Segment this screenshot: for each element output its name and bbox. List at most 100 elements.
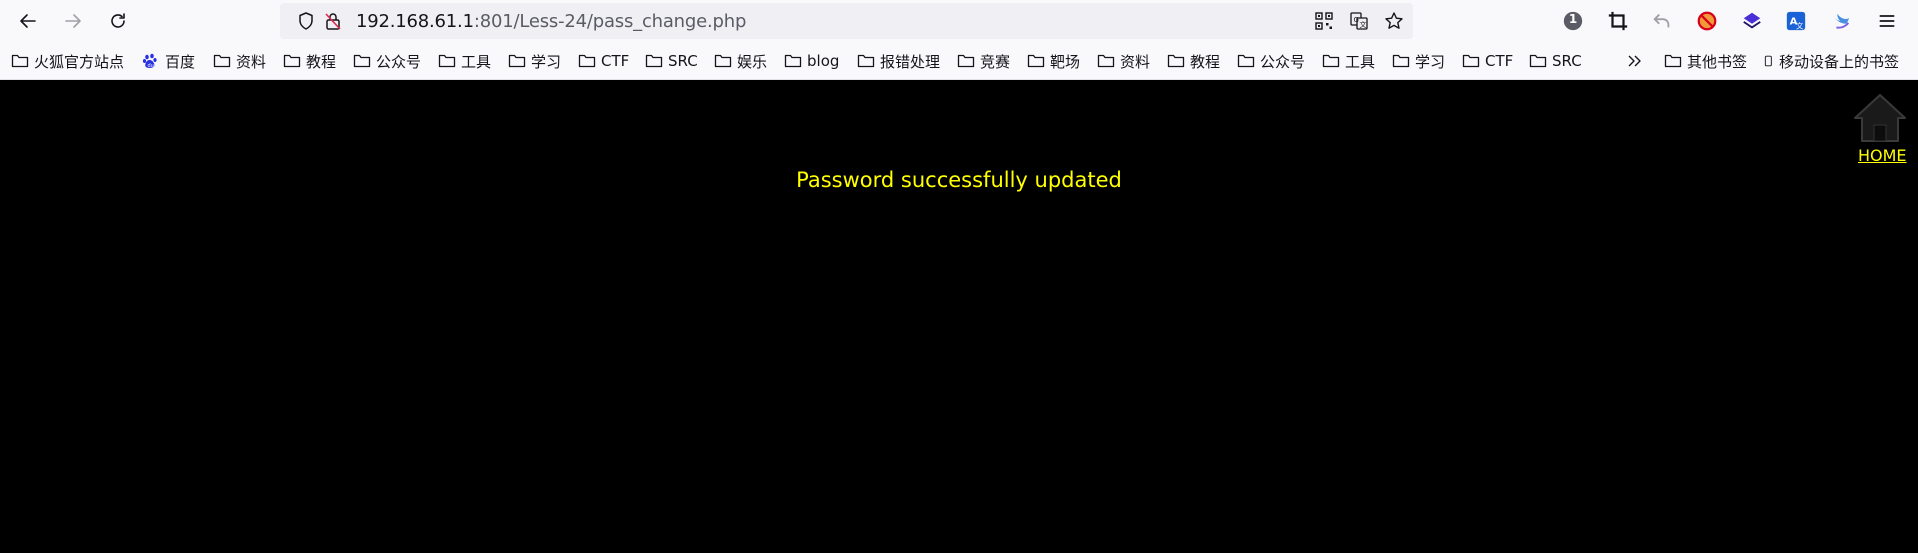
folder-icon: [1529, 54, 1547, 68]
folder-icon: [784, 54, 802, 68]
folder-icon: [1462, 54, 1480, 68]
bookmark-item[interactable]: du 百度: [142, 50, 195, 72]
home-link[interactable]: HOME: [1858, 146, 1907, 165]
mobile-device-icon: [1764, 55, 1772, 67]
translate-extension-icon[interactable]: A文: [1784, 9, 1808, 33]
bookmark-label: blog: [807, 52, 840, 70]
bookmark-item[interactable]: 公众号: [353, 50, 421, 72]
bookmark-label: 报错处理: [880, 52, 941, 71]
forward-button[interactable]: [58, 6, 88, 36]
crop-icon[interactable]: [1606, 9, 1630, 33]
bookmarks-overflow-button[interactable]: [1626, 50, 1649, 72]
folder-icon: [1237, 54, 1255, 68]
bookmark-label: 火狐官方站点: [34, 52, 125, 71]
chevrons-right-icon: [1628, 55, 1641, 67]
bookmark-label: 公众号: [376, 52, 422, 71]
bookmark-label: 工具: [461, 52, 492, 71]
qr-code-icon[interactable]: [1314, 11, 1334, 31]
bookmark-item[interactable]: 学习: [508, 50, 561, 72]
translate-icon[interactable]: G文: [1349, 11, 1369, 31]
bookmark-item[interactable]: 学习: [1392, 50, 1445, 72]
bookmark-item[interactable]: 报错处理: [857, 50, 940, 72]
other-bookmarks[interactable]: 其他书签: [1664, 50, 1747, 72]
bookmark-label: 娱乐: [737, 52, 768, 71]
bookmark-item[interactable]: SRC: [645, 50, 698, 72]
blocked-extension-icon[interactable]: [1695, 9, 1719, 33]
bookmark-label: 百度: [165, 52, 196, 71]
bookmark-item[interactable]: 靶场: [1027, 50, 1080, 72]
bookmark-label: 学习: [531, 52, 562, 71]
back-button[interactable]: [13, 6, 43, 36]
svg-text:文: 文: [1360, 20, 1367, 29]
badge-count: 1: [1568, 12, 1578, 26]
bird-extension-icon[interactable]: [1829, 9, 1853, 33]
bookmark-item[interactable]: 资料: [1097, 50, 1150, 72]
folder-icon: [213, 54, 231, 68]
bookmark-item[interactable]: 资料: [213, 50, 266, 72]
folder-icon: [957, 54, 975, 68]
menu-icon[interactable]: [1875, 9, 1899, 33]
reload-icon: [111, 13, 125, 28]
bookmark-label: 公众号: [1260, 52, 1306, 71]
bookmark-item[interactable]: 工具: [1322, 50, 1375, 72]
folder-icon: [1322, 54, 1340, 68]
bookmark-label: 资料: [236, 52, 267, 71]
folder-icon: [578, 54, 596, 68]
folder-icon: [857, 54, 875, 68]
reload-button[interactable]: [103, 6, 133, 36]
bookmark-item[interactable]: 工具: [438, 50, 491, 72]
bookmark-label: 教程: [306, 52, 337, 71]
url-host: 192.168.61.1: [356, 11, 474, 32]
shield-icon[interactable]: [296, 11, 316, 31]
bookmark-label: CTF: [601, 52, 630, 70]
folder-icon: [1097, 54, 1115, 68]
folder-icon: [11, 54, 29, 68]
stack-extension-icon[interactable]: [1740, 9, 1764, 33]
star-icon[interactable]: [1384, 11, 1404, 31]
url-text[interactable]: 192.168.61.1:801/Less-24/pass_change.php: [356, 12, 746, 32]
home-icon[interactable]: [1852, 92, 1908, 144]
svg-text:du: du: [148, 63, 154, 69]
folder-icon: [283, 54, 301, 68]
bookmark-label: CTF: [1485, 52, 1514, 70]
bookmark-label: 靶场: [1050, 52, 1081, 71]
url-path: :801/Less-24/pass_change.php: [473, 11, 747, 32]
status-message: Password successfully updated: [796, 168, 1122, 192]
undo-icon[interactable]: [1650, 9, 1674, 33]
svg-text:G: G: [1354, 16, 1359, 24]
folder-icon: [508, 54, 526, 68]
bookmark-item[interactable]: CTF: [1462, 50, 1513, 72]
bookmark-item[interactable]: 教程: [1167, 50, 1220, 72]
bookmark-label: SRC: [668, 52, 698, 70]
back-icon: [20, 14, 36, 28]
bookmark-label: 教程: [1190, 52, 1221, 71]
page-content: Password successfully updated HOME: [0, 80, 1918, 553]
mobile-bookmarks-label: 移动设备上的书签: [1779, 52, 1900, 71]
folder-icon: [1167, 54, 1185, 68]
bookmark-label: 资料: [1120, 52, 1151, 71]
bookmark-item[interactable]: CTF: [578, 50, 629, 72]
bookmarks-bar: 火狐官方站点 du 百度 资料 教程 公众号 工具 学习 CTF SRC 娱乐 …: [0, 42, 1918, 80]
url-bar[interactable]: 192.168.61.1:801/Less-24/pass_change.php…: [280, 3, 1413, 39]
forward-icon: [65, 14, 81, 28]
bookmark-item[interactable]: 教程: [283, 50, 336, 72]
bookmark-label: 工具: [1345, 52, 1376, 71]
insecure-lock-icon[interactable]: [323, 11, 343, 31]
bookmark-item[interactable]: 娱乐: [714, 50, 767, 72]
bookmark-item[interactable]: 火狐官方站点: [11, 50, 124, 72]
baidu-paw-icon: du: [142, 53, 157, 69]
folder-icon: [645, 54, 663, 68]
bookmark-label: SRC: [1552, 52, 1582, 70]
mobile-bookmarks[interactable]: 移动设备上的书签: [1764, 50, 1899, 72]
folder-icon: [714, 54, 732, 68]
bookmark-item[interactable]: blog: [784, 50, 839, 72]
bookmark-item[interactable]: 竞赛: [957, 50, 1010, 72]
folder-icon: [438, 54, 456, 68]
counter-badge-icon[interactable]: 1: [1561, 9, 1585, 33]
bookmark-item[interactable]: 公众号: [1237, 50, 1305, 72]
bookmark-label: 学习: [1415, 52, 1446, 71]
folder-icon: [353, 54, 371, 68]
folder-icon: [1664, 54, 1682, 68]
svg-text:文: 文: [1796, 21, 1804, 30]
bookmark-item[interactable]: SRC: [1529, 50, 1582, 72]
